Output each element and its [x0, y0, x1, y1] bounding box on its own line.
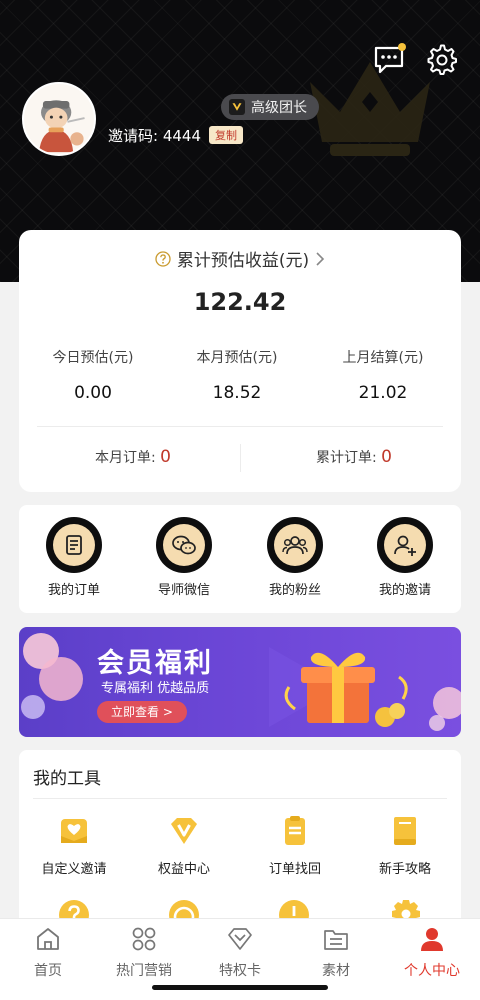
stat-value: 18.52 — [212, 383, 262, 403]
invite-code: 邀请码: 4444 — [108, 126, 201, 145]
invite-code-row: 邀请码: 4444 复制 — [108, 124, 243, 146]
orders-label: 累计订单: — [316, 450, 377, 466]
view-now-button[interactable]: 立即查看 > — [97, 701, 187, 723]
action-mentor-wechat[interactable]: 导师微信 — [129, 517, 239, 598]
banner-title: 会员福利 — [97, 648, 213, 679]
diamond-card-icon — [228, 928, 252, 950]
custom-invite-icon — [61, 819, 87, 843]
tab-label: 首页 — [34, 963, 62, 979]
earnings-title: 累计预估收益(元) — [176, 251, 310, 271]
order-icon — [66, 535, 82, 555]
tool-label: 自定义邀请 — [41, 862, 107, 877]
section-title: 我的工具 — [33, 769, 101, 789]
home-indicator — [152, 985, 328, 990]
action-my-fans[interactable]: 我的粉丝 — [240, 517, 350, 598]
tab-label: 个人中心 — [404, 963, 460, 979]
action-label: 我的订单 — [47, 583, 100, 598]
quick-actions: 我的订单 导师微信 我的粉丝 我的邀请 — [19, 505, 461, 613]
divider — [37, 426, 443, 427]
level-badge: 高级团长 — [221, 94, 319, 120]
copy-button[interactable]: 复制 — [209, 126, 243, 144]
crown-watermark-icon — [310, 62, 430, 156]
divider — [240, 444, 241, 472]
member-benefits-banner[interactable]: 会员福利 专属福利 优越品质 立即查看 > — [19, 627, 461, 737]
action-my-invites[interactable]: 我的邀请 — [350, 517, 460, 598]
user-avatar[interactable] — [22, 82, 96, 156]
earnings-card: 累计预估收益(元) 122.42 今日预估(元) 0.00 本月预估(元) 18… — [19, 230, 461, 492]
wechat-icon — [172, 535, 196, 555]
grid-icon — [132, 927, 156, 951]
orders-total[interactable]: 累计订单: 0 — [316, 447, 392, 467]
banner-subtitle: 专属福利 优越品质 — [101, 681, 210, 696]
orders-this-month[interactable]: 本月订单: 0 — [95, 447, 171, 467]
tool-order-recovery[interactable]: 订单找回 — [240, 814, 350, 877]
stat-label: 今日预估(元) — [52, 350, 134, 366]
stat-value: 21.02 — [358, 383, 408, 403]
tab-privilege-card[interactable]: 特权卡 — [192, 925, 288, 980]
tool-custom-invite[interactable]: 自定义邀请 — [19, 814, 129, 877]
tool-label: 权益中心 — [157, 862, 210, 877]
orders-label: 本月订单: — [95, 450, 156, 466]
my-tools-section: 我的工具 自定义邀请 权益中心 订单找回 新手攻略 — [19, 750, 461, 940]
orders-count: 0 — [381, 447, 392, 467]
tool-label: 新手攻略 — [378, 862, 431, 877]
stat-label: 本月预估(元) — [196, 350, 278, 366]
tab-profile[interactable]: 个人中心 — [384, 925, 480, 980]
home-icon — [37, 928, 59, 950]
stat-today: 今日预估(元) 0.00 — [23, 347, 163, 403]
tab-hot-marketing[interactable]: 热门营销 — [96, 925, 192, 980]
divider — [33, 798, 447, 799]
fans-icon — [282, 536, 308, 555]
settings-gear-icon[interactable] — [426, 44, 458, 76]
question-icon — [155, 250, 171, 267]
vip-v-icon — [229, 99, 245, 115]
tool-beginner-guide[interactable]: 新手攻略 — [350, 814, 460, 877]
unread-dot — [398, 43, 406, 51]
tab-label: 热门营销 — [116, 963, 172, 979]
chevron-right-icon — [316, 251, 325, 266]
tool-benefits-center[interactable]: 权益中心 — [129, 814, 239, 877]
action-my-orders[interactable]: 我的订单 — [19, 517, 129, 598]
earnings-total: 122.42 — [193, 288, 287, 316]
stat-this-month: 本月预估(元) 18.52 — [167, 347, 307, 403]
vip-diamond-icon — [171, 818, 197, 844]
profile-icon — [421, 928, 443, 951]
guide-book-icon — [394, 817, 416, 845]
materials-icon — [324, 930, 348, 950]
tab-label: 素材 — [322, 963, 350, 979]
action-label: 我的邀请 — [378, 583, 431, 598]
stat-label: 上月结算(元) — [342, 350, 424, 366]
earnings-title-row[interactable]: 累计预估收益(元) — [19, 246, 461, 271]
action-label: 导师微信 — [157, 583, 210, 598]
order-recover-icon — [285, 816, 305, 845]
orders-count: 0 — [160, 447, 171, 467]
action-label: 我的粉丝 — [268, 583, 321, 598]
level-label: 高级团长 — [251, 100, 307, 116]
cartoon-avatar-icon — [24, 84, 94, 154]
tab-home[interactable]: 首页 — [0, 925, 96, 980]
tab-materials[interactable]: 素材 — [288, 925, 384, 980]
banner-decoration — [21, 633, 461, 731]
stat-last-month: 上月结算(元) 21.02 — [313, 347, 453, 403]
stat-value: 0.00 — [74, 383, 112, 403]
tool-label: 订单找回 — [268, 862, 321, 877]
invite-icon — [394, 535, 416, 556]
tab-label: 特权卡 — [219, 963, 261, 979]
